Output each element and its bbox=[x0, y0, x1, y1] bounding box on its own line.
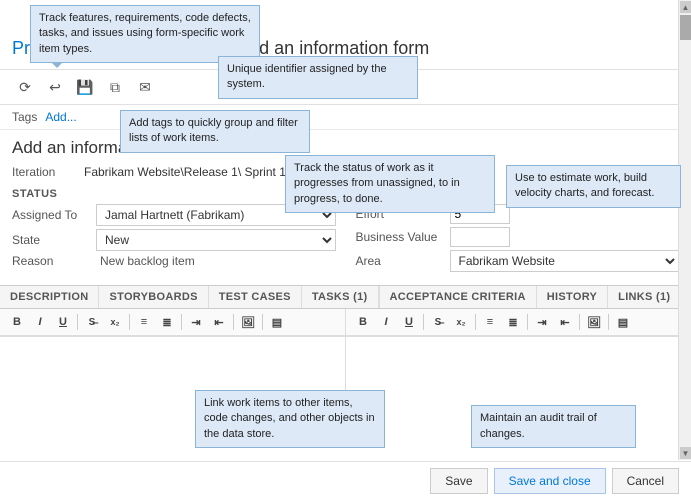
tab-history[interactable]: HISTORY bbox=[537, 286, 608, 308]
reason-label: Reason bbox=[12, 254, 92, 268]
state-row: State New bbox=[12, 229, 336, 251]
content-right[interactable] bbox=[346, 337, 691, 397]
area-select[interactable]: Fabrikam Website bbox=[450, 250, 680, 272]
reason-field: New backlog item bbox=[96, 254, 336, 268]
state-label: State bbox=[12, 233, 92, 247]
more-btn-left[interactable]: ▤ bbox=[266, 312, 288, 332]
separator2 bbox=[129, 314, 130, 330]
business-value-row: Business Value bbox=[356, 227, 680, 247]
save-button[interactable]: Save bbox=[430, 468, 487, 494]
business-value-label: Business Value bbox=[356, 230, 446, 244]
scrollbar[interactable]: ▲ ▼ bbox=[678, 0, 691, 460]
bullet-list-btn-right[interactable]: ≡ bbox=[479, 312, 501, 332]
refresh-button[interactable]: ⟳ bbox=[12, 74, 38, 100]
email-button[interactable]: ✉ bbox=[132, 74, 158, 100]
separator5 bbox=[262, 314, 263, 330]
format-toolbar-right: B I U S̶ x₂ ≡ ≣ ⇥ ⇤ 🖼 ▤ bbox=[346, 309, 691, 336]
tab-test-cases[interactable]: TEST CASES bbox=[209, 286, 302, 308]
callout-identifier: Unique identifier assigned by the system… bbox=[218, 56, 418, 99]
reason-value: New backlog item bbox=[96, 252, 199, 270]
copy-button[interactable]: ⧉ bbox=[102, 74, 128, 100]
separator4 bbox=[233, 314, 234, 330]
tabs-section: DESCRIPTION STORYBOARDS TEST CASES TASKS… bbox=[0, 285, 691, 397]
content-left[interactable] bbox=[0, 337, 346, 397]
bullet-list-btn-left[interactable]: ≡ bbox=[133, 312, 155, 332]
separator10 bbox=[608, 314, 609, 330]
save-as-button[interactable]: 💾 bbox=[72, 74, 98, 100]
reason-row: Reason New backlog item bbox=[12, 254, 336, 268]
indent-btn-right[interactable]: ⇥ bbox=[531, 312, 553, 332]
subscript-btn-right[interactable]: x₂ bbox=[450, 312, 472, 332]
iteration-value: Fabrikam Website\Release 1\ Sprint 1 bbox=[84, 165, 286, 179]
tabs-row: DESCRIPTION STORYBOARDS TEST CASES TASKS… bbox=[0, 286, 691, 309]
separator7 bbox=[475, 314, 476, 330]
numbered-list-btn-left[interactable]: ≣ bbox=[156, 312, 178, 332]
indent-btn-left[interactable]: ⇥ bbox=[185, 312, 207, 332]
title-rest: Add an information form bbox=[237, 38, 429, 58]
numbered-list-btn-right[interactable]: ≣ bbox=[502, 312, 524, 332]
tab-tasks[interactable]: TASKS (1) bbox=[302, 286, 379, 308]
format-toolbar-left: B I U S̶ x₂ ≡ ≣ ⇥ ⇤ 🖼 ▤ bbox=[0, 309, 346, 336]
area-row: Area Fabrikam Website bbox=[356, 250, 680, 272]
tab-storyboards[interactable]: STORYBOARDS bbox=[99, 286, 208, 308]
iteration-label: Iteration bbox=[12, 165, 72, 179]
undo-button[interactable]: ↩ bbox=[42, 74, 68, 100]
italic-button-right[interactable]: I bbox=[375, 312, 397, 332]
area-label: Area bbox=[356, 254, 446, 268]
main-container: ▲ ▼ Track features, requirements, code d… bbox=[0, 0, 691, 500]
italic-button-left[interactable]: I bbox=[29, 312, 51, 332]
separator9 bbox=[579, 314, 580, 330]
outdent-btn-left[interactable]: ⇤ bbox=[208, 312, 230, 332]
tab-links[interactable]: LINKS (1) bbox=[608, 286, 681, 308]
separator6 bbox=[423, 314, 424, 330]
subscript-btn-left[interactable]: x₂ bbox=[104, 312, 126, 332]
tags-row: Tags Add... bbox=[0, 105, 691, 130]
callout-links: Link work items to other items, code cha… bbox=[195, 390, 385, 448]
business-value-input[interactable] bbox=[450, 227, 510, 247]
tab-description[interactable]: DESCRIPTION bbox=[0, 286, 99, 308]
format-toolbars: B I U S̶ x₂ ≡ ≣ ⇥ ⇤ 🖼 ▤ B I U bbox=[0, 309, 691, 337]
strikethrough-btn-left[interactable]: S̶ bbox=[81, 312, 103, 332]
assigned-to-label: Assigned To bbox=[12, 208, 92, 222]
bold-button-left[interactable]: B bbox=[6, 312, 28, 332]
area-field: Fabrikam Website bbox=[450, 250, 680, 272]
cancel-button[interactable]: Cancel bbox=[612, 468, 679, 494]
tags-label: Tags bbox=[12, 110, 37, 124]
image-btn-left[interactable]: 🖼 bbox=[237, 312, 259, 332]
callout-effort: Use to estimate work, build velocity cha… bbox=[506, 165, 681, 208]
more-btn-right[interactable]: ▤ bbox=[612, 312, 634, 332]
separator3 bbox=[181, 314, 182, 330]
state-field: New bbox=[96, 229, 336, 251]
tags-value[interactable]: Add... bbox=[45, 110, 76, 124]
save-close-button[interactable]: Save and close bbox=[494, 468, 606, 494]
separator8 bbox=[527, 314, 528, 330]
callout-tags: Add tags to quickly group and filter lis… bbox=[120, 110, 310, 153]
image-btn-right[interactable]: 🖼 bbox=[583, 312, 605, 332]
state-select[interactable]: New bbox=[96, 229, 336, 251]
strikethrough-btn-right[interactable]: S̶ bbox=[427, 312, 449, 332]
content-area bbox=[0, 337, 691, 397]
action-bar: Save Save and close Cancel bbox=[0, 461, 691, 500]
tab-acceptance-criteria[interactable]: ACCEPTANCE CRITERIA bbox=[380, 286, 537, 308]
separator1 bbox=[77, 314, 78, 330]
underline-button-right[interactable]: U bbox=[398, 312, 420, 332]
underline-button-left[interactable]: U bbox=[52, 312, 74, 332]
outdent-btn-right[interactable]: ⇤ bbox=[554, 312, 576, 332]
bold-button-right[interactable]: B bbox=[352, 312, 374, 332]
callout-status: Track the status of work as it progresse… bbox=[285, 155, 495, 213]
callout-workitem-types: Track features, requirements, code defec… bbox=[30, 5, 260, 63]
callout-history: Maintain an audit trail of changes. bbox=[471, 405, 636, 448]
